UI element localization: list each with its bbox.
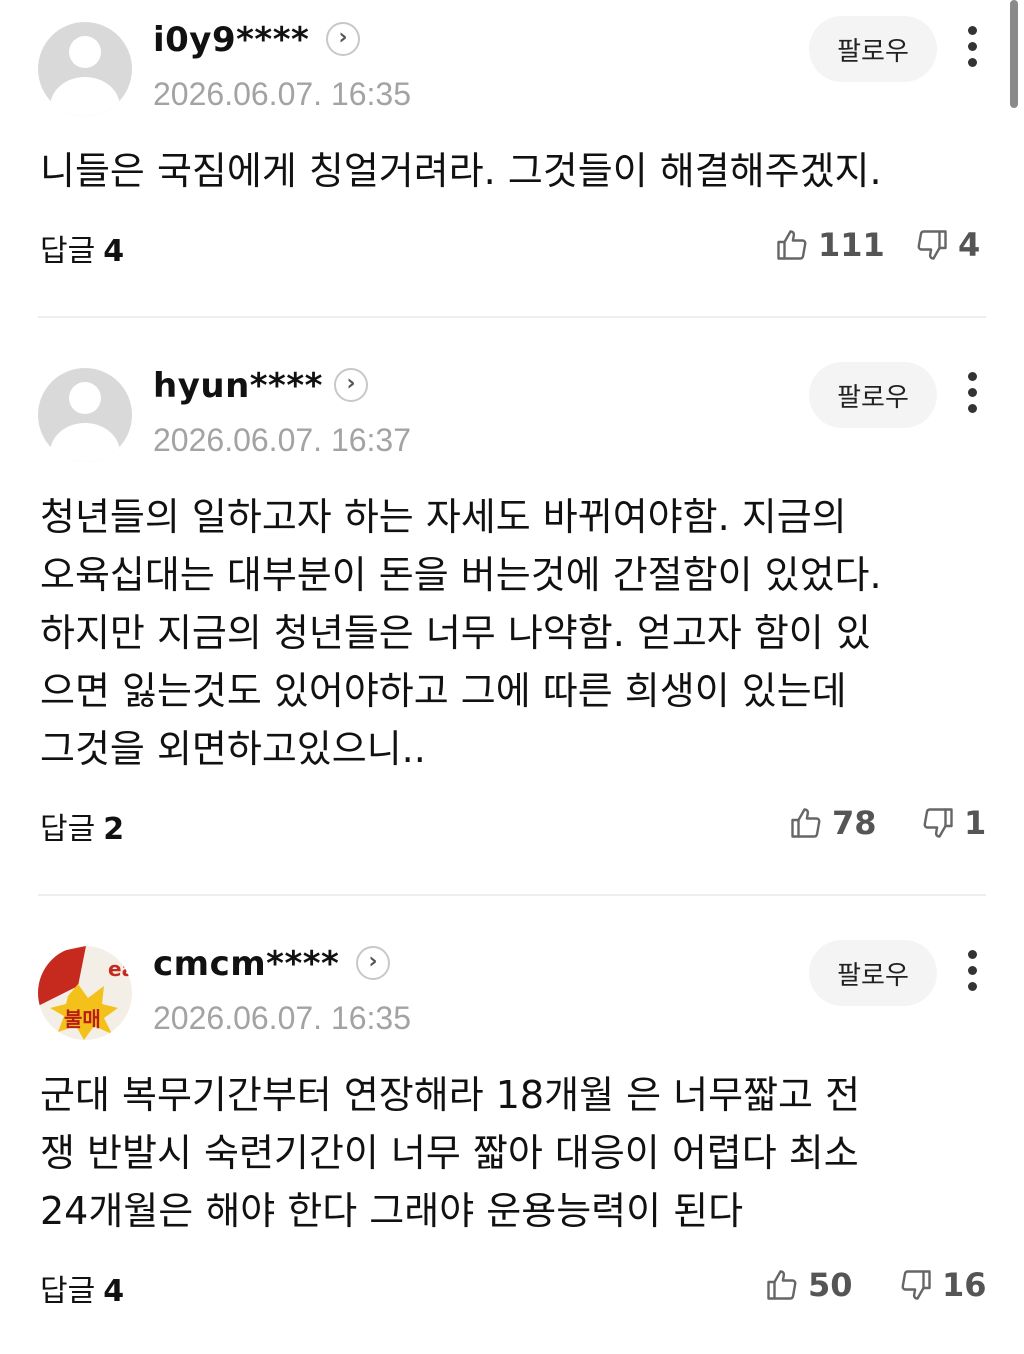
thumbs-up-icon: [791, 808, 821, 838]
more-vertical-icon[interactable]: [954, 24, 990, 70]
chevron-right-icon[interactable]: ›: [326, 22, 360, 56]
chevron-right-icon[interactable]: ›: [356, 946, 390, 980]
reply-count: 4: [103, 1274, 125, 1309]
like-count: 78: [832, 804, 877, 842]
reply-count: 4: [103, 234, 125, 269]
comment-date: 2026.06.07. 16:35: [153, 1000, 412, 1036]
reply-label: 답글: [40, 812, 96, 847]
reply-button[interactable]: 답글 2: [40, 804, 124, 848]
dislike-count: 16: [942, 1266, 987, 1304]
reply-count: 2: [103, 812, 125, 847]
more-vertical-icon[interactable]: [954, 948, 990, 994]
reply-label: 답글: [40, 234, 96, 269]
reply-button[interactable]: 답글 4: [40, 1266, 124, 1310]
follow-button[interactable]: 팔로우: [809, 16, 937, 82]
dislike-button[interactable]: 4: [914, 226, 980, 264]
avatar[interactable]: [38, 368, 132, 462]
dislike-count: 1: [964, 804, 987, 842]
thumbs-down-icon: [923, 808, 953, 838]
like-count: 111: [818, 226, 885, 264]
avatar[interactable]: ea 불매: [38, 946, 132, 1040]
comment-text: 청년들의 일하고자 하는 자세도 바뀌여야함. 지금의 오육십대는 대부분이 돈…: [40, 495, 882, 771]
username[interactable]: i0y9****: [153, 20, 309, 60]
follow-button[interactable]: 팔로우: [809, 362, 937, 428]
svg-text:ea: ea: [108, 957, 132, 981]
reply-label: 답글: [40, 1274, 96, 1309]
scrollbar[interactable]: [1010, 0, 1018, 108]
thumbs-up-icon: [777, 230, 807, 260]
dislike-button[interactable]: 16: [898, 1266, 987, 1304]
divider: [38, 894, 986, 896]
thumbs-down-icon: [917, 230, 947, 260]
avatar-image: ea 불매: [38, 946, 132, 1040]
dislike-button[interactable]: 1: [920, 804, 986, 842]
dislike-count: 4: [958, 226, 981, 264]
follow-button[interactable]: 팔로우: [809, 940, 937, 1006]
avatar[interactable]: [38, 22, 132, 116]
reply-button[interactable]: 답글 4: [40, 226, 124, 270]
more-vertical-icon[interactable]: [954, 370, 990, 416]
like-button[interactable]: 78: [788, 804, 877, 842]
chevron-right-icon[interactable]: ›: [334, 368, 368, 402]
like-button[interactable]: 50: [764, 1266, 853, 1304]
like-button[interactable]: 111: [774, 226, 885, 264]
comment-text: 니들은 국짐에게 칭얼거려라. 그것들이 해결해주겠지.: [40, 149, 882, 193]
like-count: 50: [808, 1266, 853, 1304]
thumbs-down-icon: [901, 1270, 931, 1300]
comment-text: 군대 복무기간부터 연장해라 18개월 은 너무짧고 전 쟁 반발시 숙련기간이…: [40, 1073, 861, 1233]
comment-date: 2026.06.07. 16:35: [153, 76, 412, 112]
avatar-label: 불매: [64, 1007, 101, 1031]
divider: [38, 316, 986, 318]
username[interactable]: hyun****: [153, 366, 323, 406]
thumbs-up-icon: [767, 1270, 797, 1300]
comment-date: 2026.06.07. 16:37: [153, 422, 412, 458]
username[interactable]: cmcm****: [153, 944, 339, 984]
